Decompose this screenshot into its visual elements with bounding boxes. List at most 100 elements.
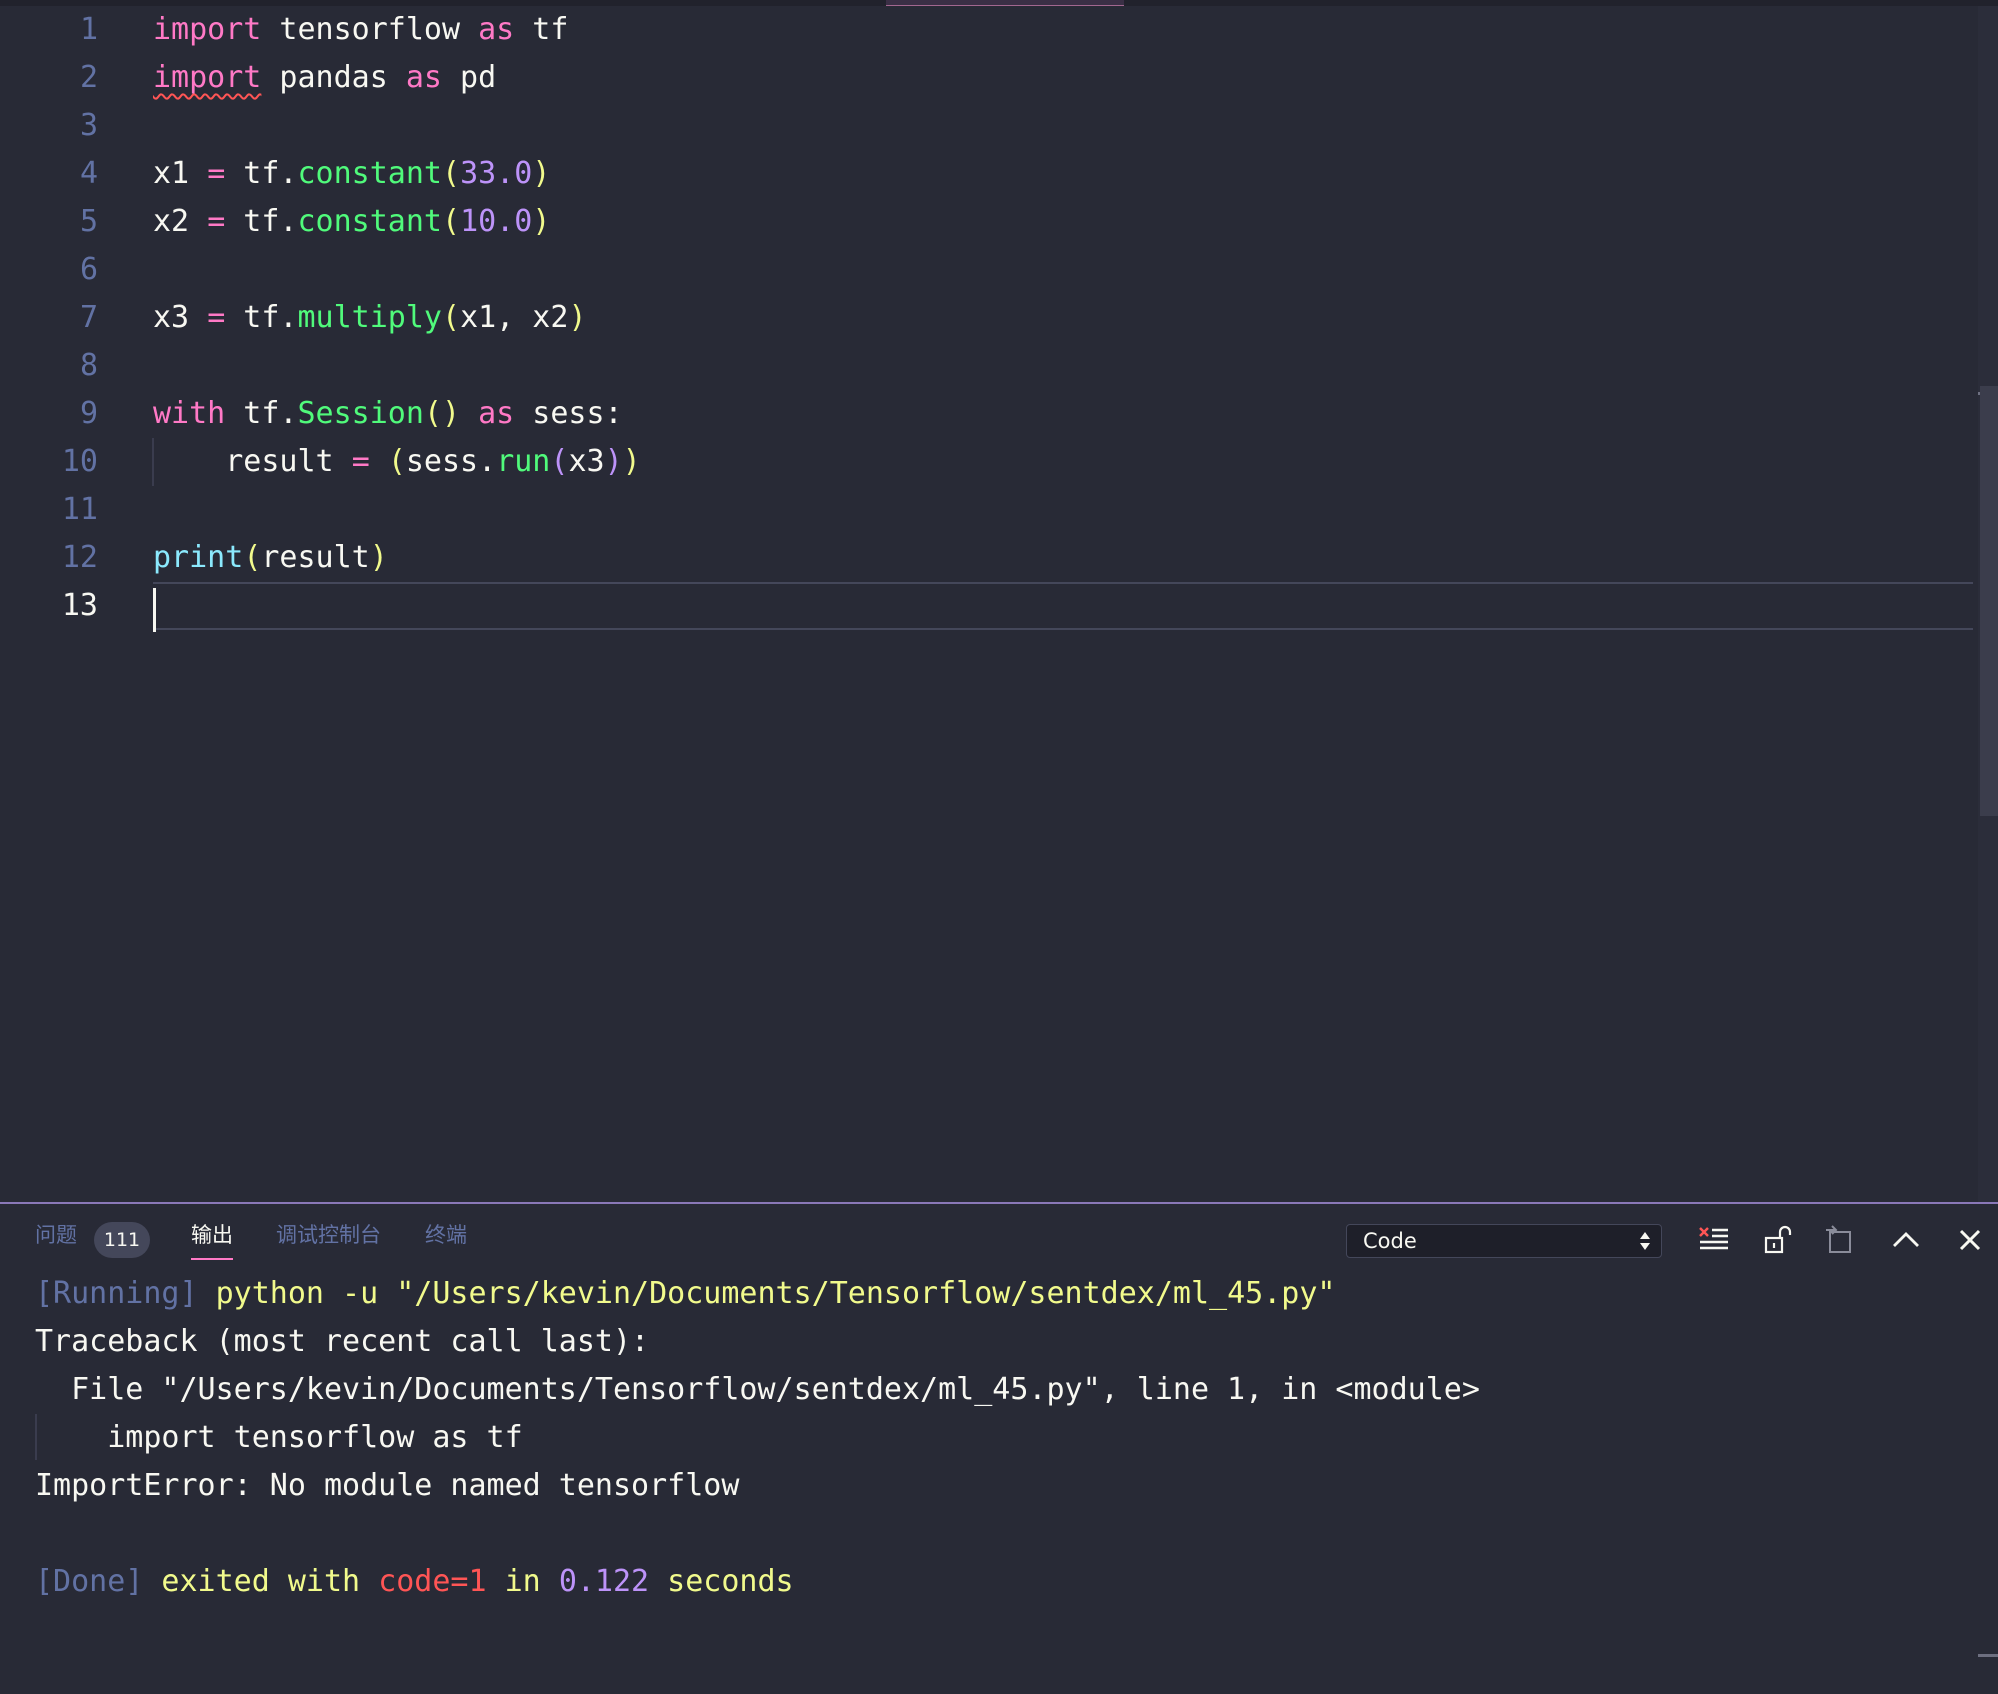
code-line[interactable]: x3 = tf.multiply(x1, x2) — [153, 294, 1973, 342]
bracket: ) — [532, 204, 551, 239]
keyword: import — [153, 12, 262, 47]
close-panel-icon[interactable] — [1950, 1220, 1990, 1260]
builtin-function: print — [153, 540, 244, 575]
output-line: File "/Users/kevin/Documents/Tensorflow/… — [35, 1372, 1480, 1407]
operator: = — [351, 444, 370, 479]
output-text-area[interactable]: [Running] python -u "/Users/kevin/Docume… — [35, 1270, 1965, 1670]
function-name: run — [496, 444, 551, 479]
vscode-window: 1 2 3 4 5 6 7 8 9 10 11 12 13 import ten… — [0, 0, 1998, 1694]
code-line[interactable]: x2 = tf.constant(10.0) — [153, 198, 1973, 246]
output-text: seconds — [649, 1564, 794, 1599]
bracket: ) — [568, 300, 587, 335]
code-text: tf. — [225, 300, 298, 335]
output-line: Traceback (most recent call last): — [35, 1324, 650, 1359]
done-tag: [Done] — [35, 1564, 144, 1599]
code-line[interactable]: print(result) — [153, 534, 1973, 582]
line-number: 2 — [79, 60, 98, 95]
keyword: as — [478, 12, 515, 47]
bracket: ) — [369, 540, 388, 575]
output-line-error: ImportError: No module named tensorflow — [35, 1468, 740, 1503]
output-scrollbar[interactable] — [1978, 1264, 1998, 1694]
maximize-panel-icon[interactable] — [1886, 1220, 1926, 1260]
keyword: as — [460, 396, 515, 431]
code-text: x1, x2 — [460, 300, 569, 335]
number-literal: 10.0 — [460, 204, 533, 239]
function-name: constant — [297, 204, 443, 239]
line-number: 7 — [79, 300, 98, 335]
line-number: 4 — [79, 156, 98, 191]
line-number: 9 — [79, 396, 98, 431]
line-number: 11 — [61, 492, 98, 527]
code-text: x3 — [153, 300, 208, 335]
line-number-current: 13 — [61, 588, 98, 623]
code-line[interactable]: result = (sess.run(x3)) — [153, 438, 1973, 486]
bracket: ) — [532, 156, 551, 191]
elapsed-seconds: 0.122 — [558, 1564, 650, 1599]
tab-debug-console[interactable]: 调试控制台 — [276, 1214, 381, 1258]
line-number: 1 — [79, 12, 98, 47]
bracket: ( — [243, 540, 262, 575]
function-name: Session — [297, 396, 424, 431]
output-line: import tensorflow as tf — [35, 1420, 523, 1455]
text-cursor — [153, 588, 156, 632]
current-line-highlight[interactable] — [153, 582, 1973, 630]
bracket: ( — [387, 444, 406, 479]
code-text: tf. — [225, 204, 298, 239]
bracket: ) — [622, 444, 641, 479]
lock-scroll-icon[interactable] — [1758, 1220, 1798, 1260]
code-line[interactable]: x1 = tf.constant(33.0) — [153, 150, 1973, 198]
tab-output[interactable]: 输出 — [191, 1214, 233, 1260]
number-literal: 33.0 — [460, 156, 533, 191]
bracket: () — [423, 396, 461, 431]
scroll-position-marker — [1978, 1654, 1998, 1657]
code-line[interactable]: import tensorflow as tf — [153, 6, 1973, 54]
operator: = — [207, 204, 226, 239]
function-name: constant — [297, 156, 443, 191]
code-text: x1 — [153, 156, 208, 191]
line-number-gutter: 1 2 3 4 5 6 7 8 9 10 11 12 13 — [0, 6, 130, 1202]
code-text: tf. — [225, 396, 298, 431]
code-editor[interactable]: 1 2 3 4 5 6 7 8 9 10 11 12 13 import ten… — [0, 6, 1998, 1202]
tab-problems[interactable]: 问题 — [35, 1214, 77, 1258]
run-command: python -u "/Users/kevin/Documents/Tensor… — [197, 1276, 1336, 1311]
output-line: [Running] python -u "/Users/kevin/Docume… — [35, 1270, 1335, 1318]
code-text: tf — [514, 12, 569, 47]
code-text: pd — [442, 60, 497, 95]
keyword-with-error-squiggle[interactable]: import — [153, 60, 261, 95]
code-text: x2 — [153, 204, 208, 239]
line-number: 6 — [79, 252, 98, 287]
editor-scrollbar[interactable] — [1978, 6, 1998, 1202]
running-tag: [Running] — [35, 1276, 198, 1311]
code-text: sess. — [405, 444, 497, 479]
code-line[interactable]: import pandas as pd — [153, 54, 1973, 102]
keyword: with — [153, 396, 226, 431]
open-log-icon[interactable] — [1820, 1220, 1860, 1260]
output-text: in — [486, 1564, 559, 1599]
bracket: ( — [442, 204, 461, 239]
bracket: ( — [442, 156, 461, 191]
output-channel-select[interactable]: Code — [1346, 1224, 1662, 1258]
code-text: sess: — [514, 396, 623, 431]
code-content[interactable]: import tensorflow as tf import pandas as… — [153, 6, 1973, 1202]
operator: = — [207, 156, 226, 191]
clear-output-icon[interactable] — [1694, 1220, 1734, 1260]
line-number: 10 — [61, 444, 98, 479]
code-text: tf. — [225, 156, 298, 191]
function-name: multiply — [297, 300, 443, 335]
panel-tab-bar: 问题 111 输出 调试控制台 终端 Code — [0, 1204, 1998, 1264]
line-number: 8 — [79, 348, 98, 383]
editor-scrollbar-thumb[interactable] — [1980, 386, 1998, 816]
exit-code: code=1 — [378, 1564, 487, 1599]
tab-terminal[interactable]: 终端 — [425, 1214, 467, 1258]
output-channel-value: Code — [1363, 1229, 1417, 1253]
line-number: 5 — [79, 204, 98, 239]
code-line[interactable]: with tf.Session() as sess: — [153, 390, 1973, 438]
code-text: result — [153, 444, 352, 479]
bracket: ( — [442, 300, 461, 335]
code-text: pandas — [261, 60, 406, 95]
bracket: ) — [604, 444, 623, 479]
code-text: tensorflow — [261, 12, 479, 47]
code-text: x3 — [568, 444, 605, 479]
bottom-panel: 问题 111 输出 调试控制台 终端 Code [Running] python… — [0, 1202, 1998, 1694]
